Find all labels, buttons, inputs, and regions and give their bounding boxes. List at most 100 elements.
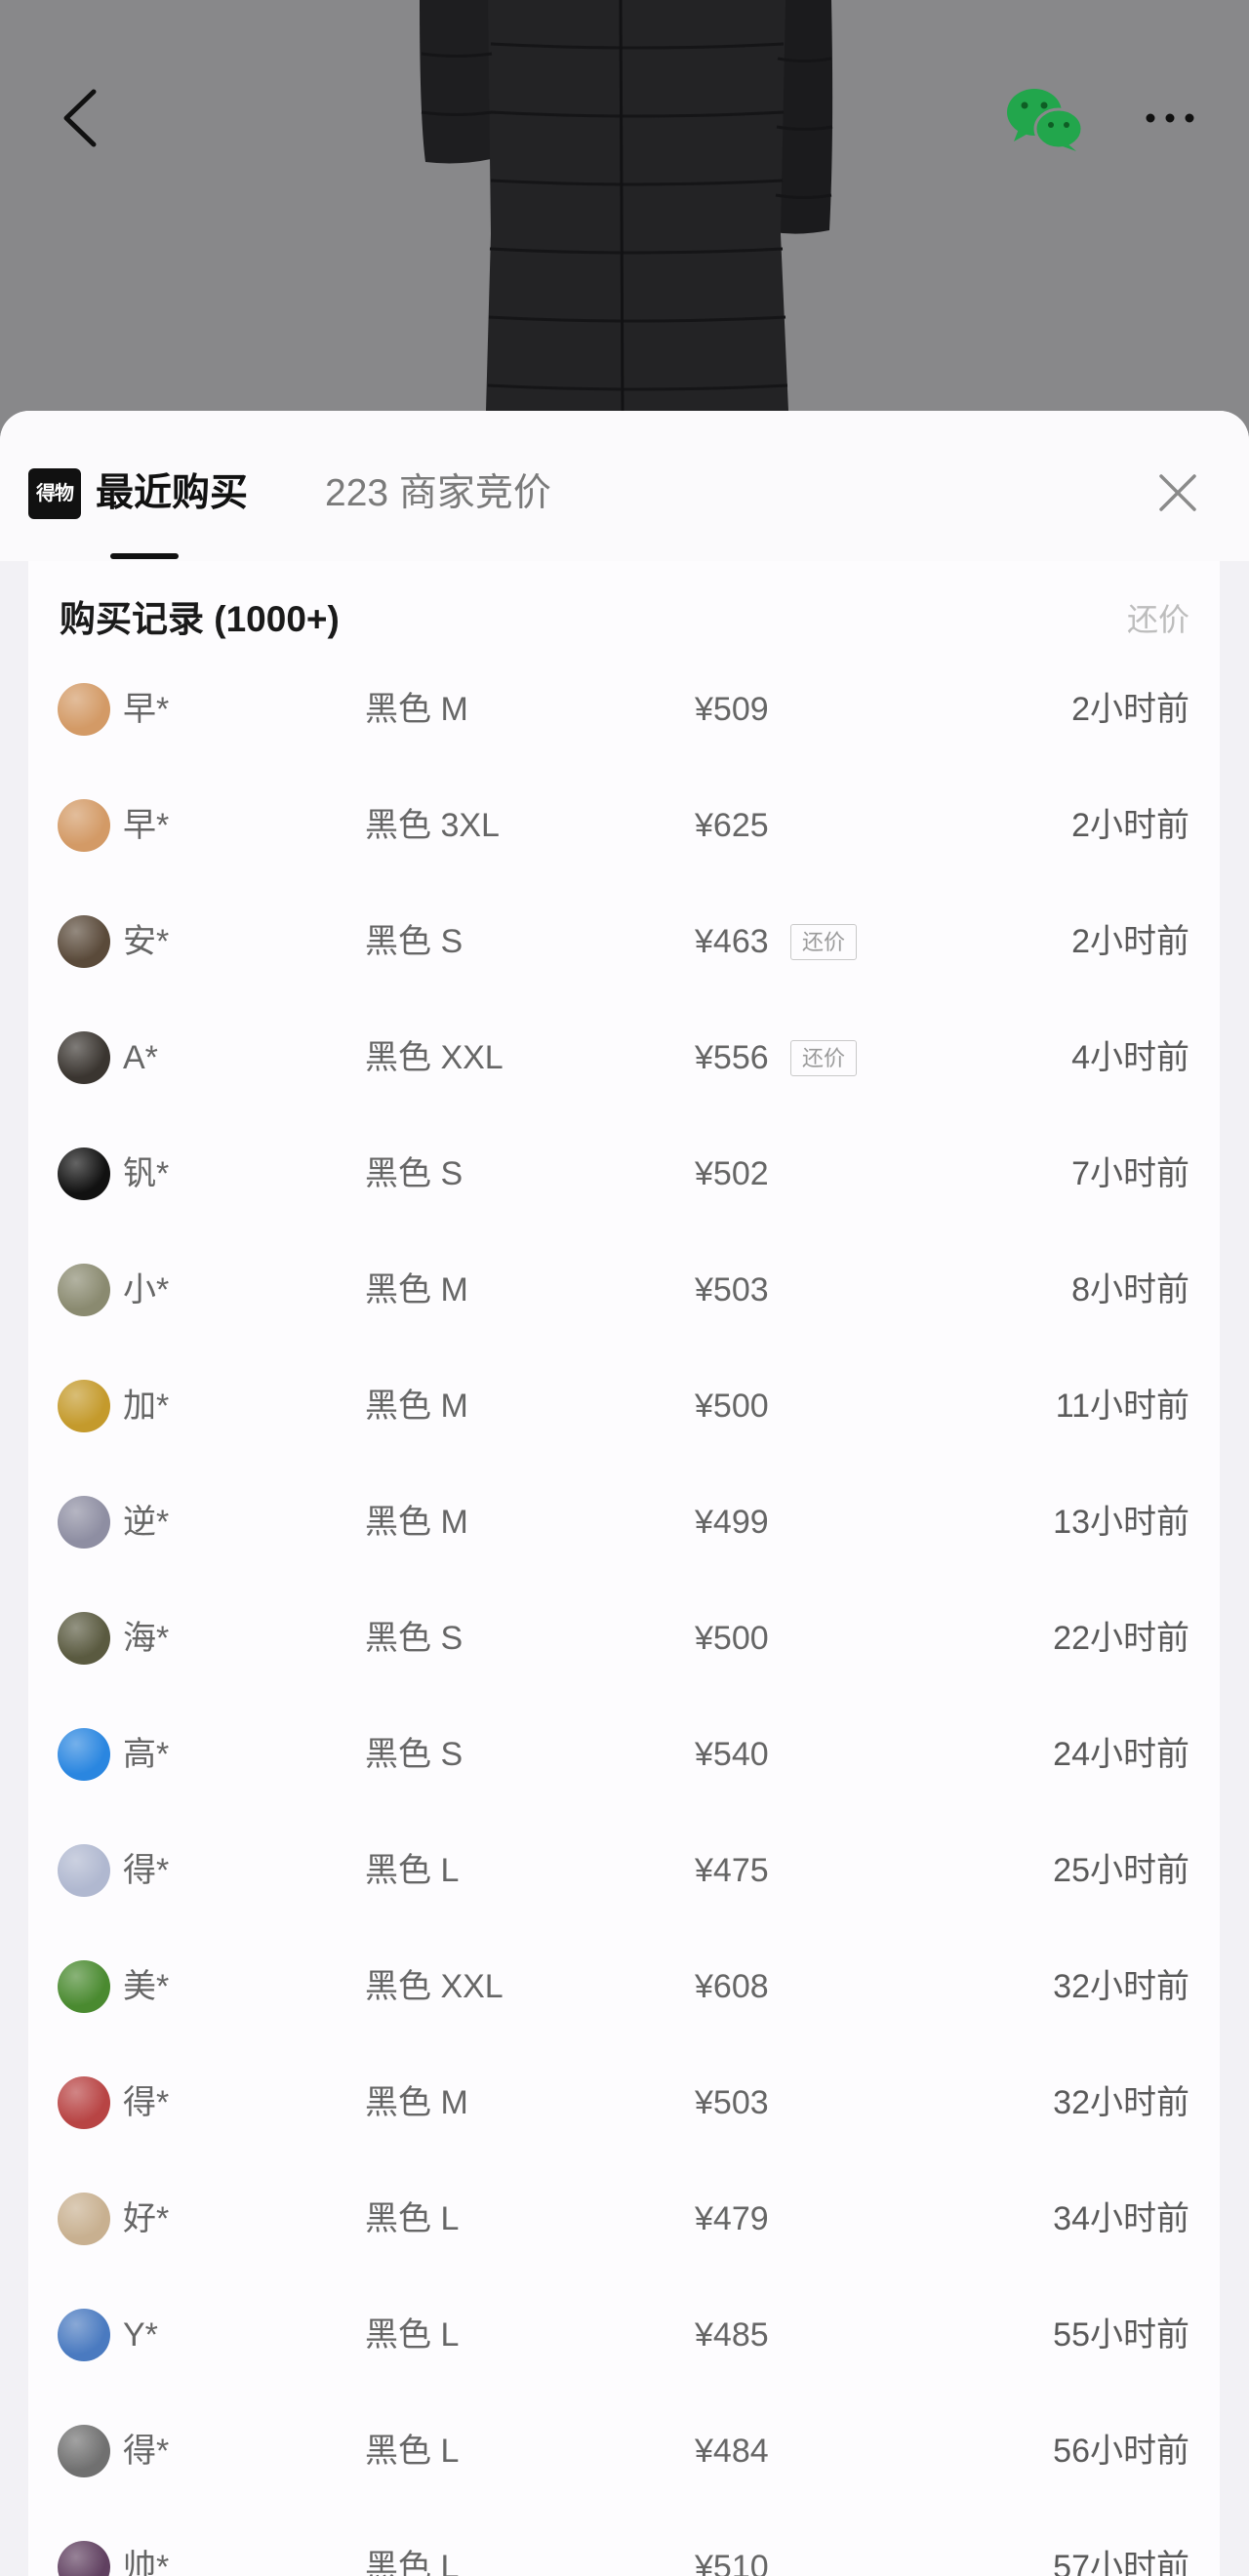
active-tab-indicator [110,553,179,559]
close-icon[interactable] [1157,472,1198,513]
back-chevron-icon[interactable] [59,88,101,148]
buyer-name: 得* [123,1852,170,1889]
record-row: A* 黑色 XXL ¥556 还价 4小时前 [28,1000,1220,1116]
avatar [58,2309,110,2361]
product-spec: 黑色 L [365,2433,460,2470]
avatar [58,1612,110,1665]
tab-merchant-bids[interactable]: 223 商家竞价 [325,471,551,516]
buyer-name: 小* [123,1271,170,1308]
purchase-time: 2小时前 [1071,923,1189,960]
buyer-name: 早* [123,691,170,728]
purchase-time: 24小时前 [1053,1736,1189,1773]
wechat-icon[interactable] [1005,86,1085,152]
avatar [58,799,110,852]
buyer-name: 逆* [123,1504,170,1541]
record-row: 高* 黑色 S ¥540 24小时前 [28,1697,1220,1813]
record-row: 小* 黑色 M ¥503 8小时前 [28,1232,1220,1348]
avatar [58,2076,110,2129]
product-image-area [0,0,1249,449]
record-row: 海* 黑色 S ¥500 22小时前 [28,1581,1220,1697]
purchase-price: ¥503 [695,1271,769,1308]
purchase-price: ¥540 [695,1736,769,1773]
purchase-price: ¥479 [695,2200,769,2237]
app-logo: 得物 [28,468,81,519]
record-row: 逆* 黑色 M ¥499 13小时前 [28,1465,1220,1581]
avatar [58,2425,110,2477]
purchase-price: ¥503 [695,2084,769,2121]
buyer-name: 安* [123,923,170,960]
avatar [58,1147,110,1200]
avatar [58,2193,110,2245]
purchase-price: ¥502 [695,1155,769,1192]
buyer-name: Y* [123,2316,158,2354]
purchase-time: 32小时前 [1053,1968,1189,2005]
record-row: 安* 黑色 S ¥463 还价 2小时前 [28,884,1220,1000]
purchase-price: ¥608 [695,1968,769,2005]
purchase-time: 8小时前 [1071,1271,1189,1308]
product-spec: 黑色 3XL [365,807,500,844]
buyer-name: 早* [123,807,170,844]
purchase-price: ¥556 [695,1039,769,1076]
records-list: 早* 黑色 M ¥509 2小时前 早* 黑色 3XL ¥625 2小时前 安* 黑色 S ¥463… [28,652,1220,2576]
records-title: 购买记录 (1000+) [60,599,340,639]
product-spec: 黑色 M [365,1504,468,1541]
product-image [420,0,833,412]
record-row: 早* 黑色 3XL ¥625 2小时前 [28,768,1220,884]
product-spec: 黑色 M [365,1388,468,1425]
avatar [58,2541,110,2576]
record-row: 加* 黑色 M ¥500 11小时前 [28,1348,1220,1465]
buyer-name: 海* [123,1620,170,1657]
product-spec: 黑色 S [365,1155,463,1192]
purchase-time: 56小时前 [1053,2433,1189,2470]
tab-recent-purchases[interactable]: 最近购买 [96,471,248,516]
buyer-name: 美* [123,1968,170,2005]
product-spec: 黑色 XXL [365,1039,504,1076]
record-row: 好* 黑色 L ¥479 34小时前 [28,2161,1220,2277]
purchase-price: ¥625 [695,807,769,844]
avatar [58,1031,110,1084]
product-spec: 黑色 L [365,2549,460,2576]
avatar [58,1380,110,1432]
sheet-header: 得物 最近购买 223 商家竞价 [0,411,1249,561]
purchase-price: ¥485 [695,2316,769,2354]
purchase-time: 11小时前 [1055,1388,1189,1425]
product-spec: 黑色 S [365,923,463,960]
record-row: 钒* 黑色 S ¥502 7小时前 [28,1116,1220,1232]
buyer-name: A* [123,1039,158,1076]
avatar [58,1496,110,1549]
buyer-name: 钒* [123,1155,170,1192]
bargain-badge: 还价 [790,924,857,960]
product-spec: 黑色 S [365,1736,463,1773]
purchase-time: 7小时前 [1071,1155,1189,1192]
more-dots-icon[interactable] [1142,103,1200,133]
buyer-name: 得* [123,2084,170,2121]
buyer-name: 得* [123,2433,170,2470]
purchase-price: ¥463 [695,923,769,960]
record-row: 得* 黑色 M ¥503 32小时前 [28,2045,1220,2161]
avatar [58,1960,110,2013]
record-row: 帅* 黑色 L ¥510 57小时前 [28,2510,1220,2576]
product-spec: 黑色 M [365,2084,468,2121]
bargain-badge: 还价 [790,1040,857,1076]
purchase-time: 2小时前 [1071,807,1189,844]
purchase-time: 32小时前 [1053,2084,1189,2121]
purchase-records-card: 购买记录 (1000+) 还价 早* 黑色 M ¥509 2小时前 早* 黑色 3XL ¥6… [28,561,1220,2576]
purchase-time: 13小时前 [1053,1504,1189,1541]
product-spec: 黑色 XXL [365,1968,504,2005]
record-row: 得* 黑色 L ¥475 25小时前 [28,1813,1220,1929]
product-spec: 黑色 M [365,691,468,728]
purchase-time: 34小时前 [1053,2200,1189,2237]
purchase-price: ¥500 [695,1620,769,1657]
product-spec: 黑色 L [365,2200,460,2237]
avatar [58,915,110,968]
bargain-button[interactable]: 还价 [1127,600,1189,639]
purchase-price: ¥499 [695,1504,769,1541]
purchase-price: ¥484 [695,2433,769,2470]
purchase-time: 2小时前 [1071,691,1189,728]
purchase-price: ¥500 [695,1388,769,1425]
product-spec: 黑色 L [365,2316,460,2354]
avatar [58,1264,110,1316]
purchase-price: ¥475 [695,1852,769,1889]
buyer-name: 好* [123,2200,170,2237]
product-spec: 黑色 S [365,1620,463,1657]
